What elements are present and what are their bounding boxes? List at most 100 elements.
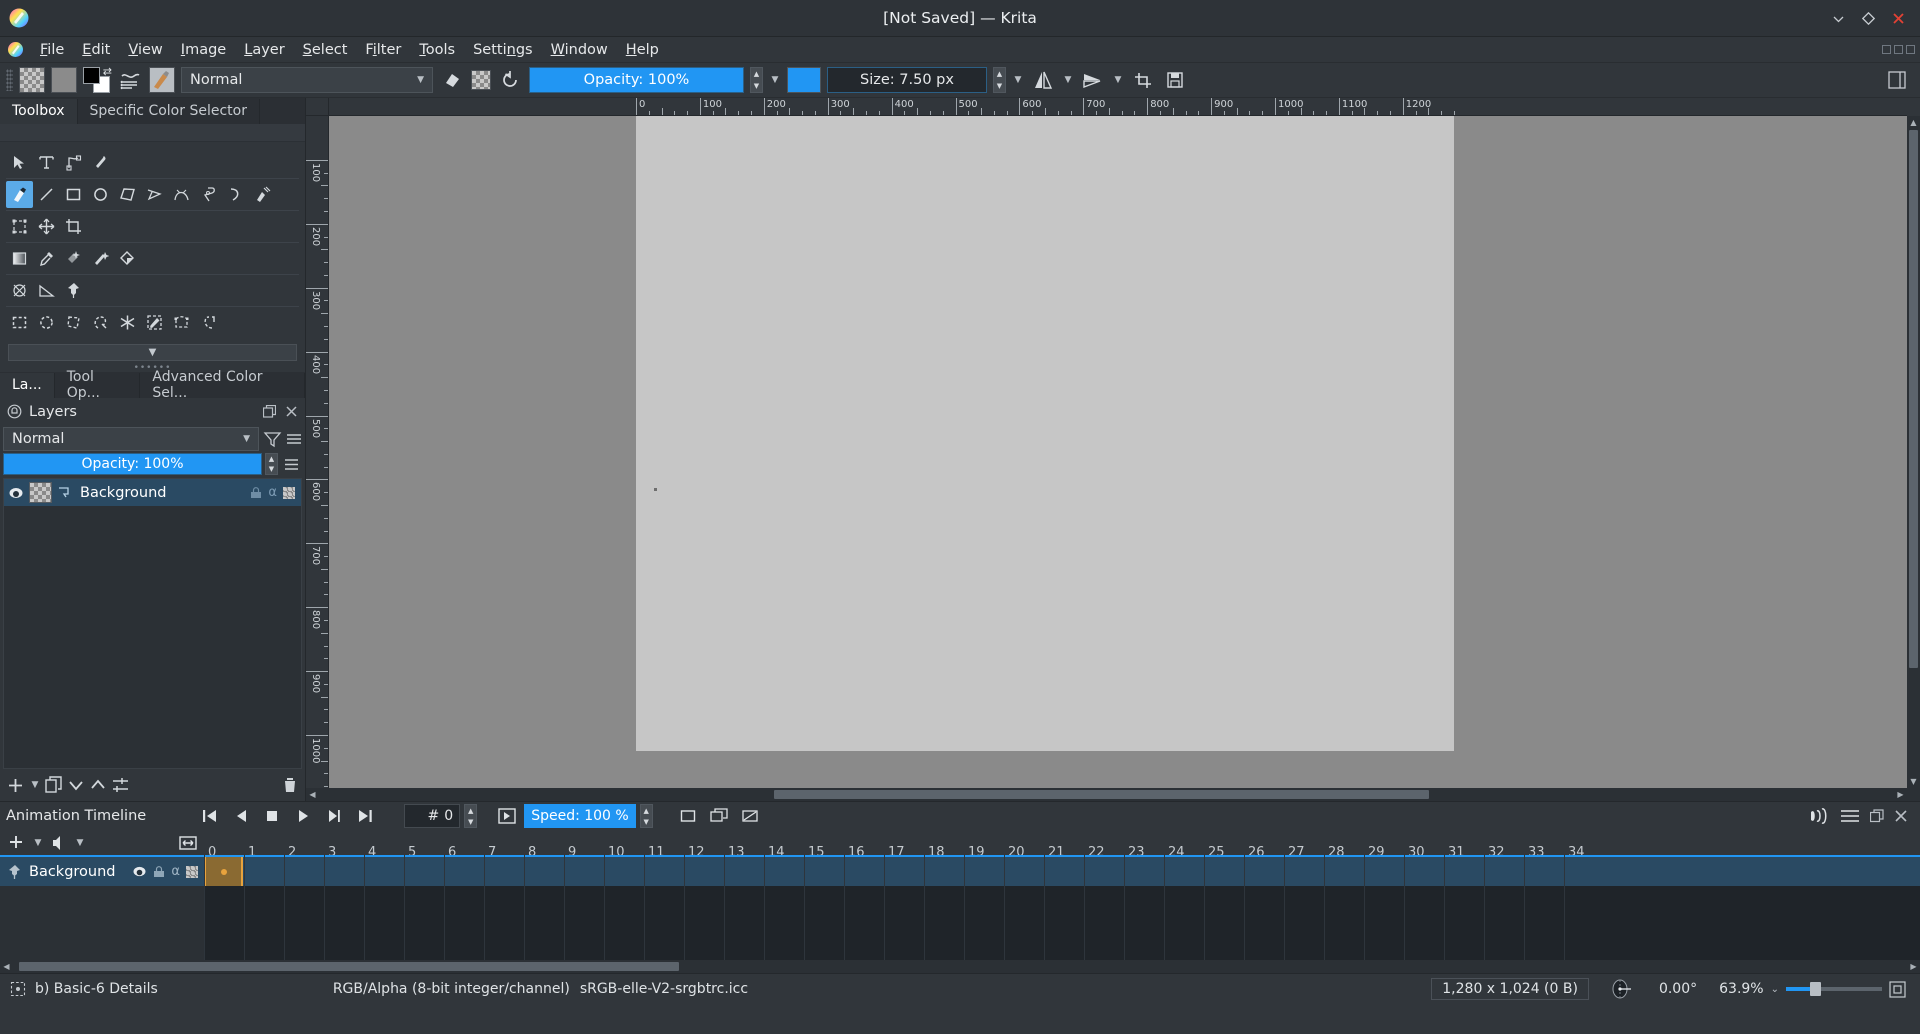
float-layers-docker-icon[interactable] [263,405,276,418]
menu-item-settings[interactable]: Settings [464,39,542,61]
bezier-curve-icon[interactable] [168,181,195,208]
audio-icon[interactable] [1808,807,1830,825]
line-icon[interactable] [33,181,60,208]
frame-spinner[interactable]: ▲▼ [464,804,477,828]
add-layer-menu-icon[interactable]: ▼ [29,780,41,790]
tab-layers[interactable]: La... [0,373,55,398]
zoom-fit-timeline-button[interactable] [178,834,198,852]
measure-icon[interactable] [33,277,60,304]
similar-color-selection-icon[interactable] [141,309,168,336]
layer-opacity-slider[interactable]: Opacity: 100% [3,453,262,475]
show-in-timeline-icon[interactable] [737,804,764,828]
track-lock-icon[interactable] [153,866,165,878]
multibrush-icon[interactable] [249,181,276,208]
filter-layers-icon[interactable] [263,430,282,449]
canvas[interactable] [329,116,1907,788]
size-spinner[interactable]: ▲▼ [993,67,1006,93]
text-icon[interactable] [33,149,60,176]
freehand-brush-icon[interactable] [6,181,33,208]
onion-skin-icon[interactable] [706,804,733,828]
menu-item-window[interactable]: Window [542,39,617,61]
skip-to-first-frame-button[interactable] [196,804,223,828]
scroll-left-icon[interactable]: ◀ [306,788,319,801]
menu-item-help[interactable]: Help [617,39,668,61]
menu-item-view[interactable]: View [119,39,171,61]
close-icon[interactable] [1890,10,1906,26]
layers-menu-icon[interactable] [286,431,302,447]
maximize-icon[interactable] [1860,10,1876,26]
save-workspace-icon[interactable] [1162,67,1188,93]
horizontal-ruler[interactable]: 0100200300400500600700800900100011001200 [329,98,1907,116]
pattern-swatch-icon[interactable] [19,67,45,93]
delete-layer-button[interactable] [281,776,299,794]
dynamic-brush-icon[interactable] [222,181,249,208]
drop-frames-icon[interactable] [493,804,520,828]
canvas-horizontal-scrollbar[interactable]: ◀ ▶ [306,788,1920,801]
timeline-scroll-right-icon[interactable]: ▶ [1907,960,1920,973]
toolbar-grip[interactable] [6,69,13,91]
layer-opacity-spinner[interactable]: ▲▼ [265,453,278,475]
keyframe-cell[interactable] [204,857,243,886]
track-visibility-icon[interactable] [132,864,147,879]
freehand-path-icon[interactable] [195,181,222,208]
assistant-editor-icon[interactable] [6,277,33,304]
next-frame-button[interactable] [320,804,347,828]
elliptical-selection-icon[interactable] [33,309,60,336]
gradient-swatch-icon[interactable] [51,67,77,93]
menu-item-image[interactable]: Image [172,39,235,61]
size-menu-icon[interactable]: ▼ [1012,75,1024,85]
restore-small-icon[interactable] [1882,45,1891,54]
play-pause-button[interactable] [289,804,316,828]
ellipse-icon[interactable] [87,181,114,208]
menu-item-edit[interactable]: Edit [73,39,119,61]
timeline-scroll-left-icon[interactable]: ◀ [0,960,13,973]
zoom-chevron-down-icon[interactable]: ⌄ [1771,984,1779,995]
reset-zoom-button[interactable] [1889,981,1906,998]
blend-mode-selector[interactable]: Normal ▼ [181,67,433,93]
smart-patch-icon[interactable] [87,245,114,272]
polygonal-selection-icon[interactable] [60,309,87,336]
float-timeline-docker-icon[interactable] [1870,809,1884,823]
calligraphy-icon[interactable] [87,149,114,176]
add-keyframe-menu-icon[interactable]: ▼ [32,838,44,848]
layer-opacity-menu-icon[interactable] [281,457,302,472]
tab-advanced-color-selector[interactable]: Advanced Color Sel... [140,373,305,398]
toolbox-collapse-button[interactable]: ▼ [8,344,297,361]
timeline-keyframe-row[interactable] [204,857,1920,886]
timeline-menu-icon[interactable] [1840,808,1860,824]
mirror-vertical-icon[interactable] [1080,67,1106,93]
canvas-page[interactable] [636,116,1454,751]
freehand-selection-icon[interactable] [87,309,114,336]
layer-alpha-lock-icon[interactable]: α [268,485,277,500]
close-timeline-docker-icon[interactable] [1894,809,1908,823]
preserve-alpha-icon[interactable] [471,70,491,90]
menu-item-layer[interactable]: Layer [235,39,293,61]
mirror-vertical-menu-icon[interactable]: ▼ [1112,75,1124,85]
brush-preset-thumb-icon[interactable] [149,67,175,93]
scroll-up-icon[interactable]: ▲ [1907,116,1920,129]
shape-select-icon[interactable] [6,149,33,176]
bezier-selection-icon[interactable] [168,309,195,336]
timeline-horizontal-scrollbar[interactable]: ◀ ▶ [0,960,1920,973]
tab-toolbox[interactable]: Toolbox [0,99,78,124]
opacity-menu-icon[interactable]: ▼ [769,75,781,85]
layer-lock-icon[interactable] [250,487,262,499]
move-icon[interactable] [33,213,60,240]
duplicate-layer-button[interactable] [45,776,63,794]
layer-list[interactable]: Background α [3,478,302,769]
canvas-vertical-scrollbar[interactable]: ▲ ▼ [1907,116,1920,788]
menu-item-tools[interactable]: Tools [410,39,464,61]
layer-onion-skin-icon[interactable] [57,486,71,500]
selection-mask-icon[interactable] [10,981,26,997]
reload-preset-icon[interactable] [497,67,523,93]
playback-speed-field[interactable]: Speed: 100 % [524,804,636,828]
scroll-right-icon[interactable]: ▶ [1894,788,1907,801]
timeline-track-background[interactable]: Background α [0,857,204,886]
tab-specific-color-selector[interactable]: Specific Color Selector [78,99,260,124]
brush-presets-icon[interactable] [117,67,143,93]
skip-to-last-frame-button[interactable] [351,804,378,828]
maximize-small-icon[interactable] [1894,45,1903,54]
audio-menu-icon[interactable]: ▼ [74,838,86,848]
layer-blend-mode-selector[interactable]: Normal ▼ [3,427,259,451]
colorize-mask-icon[interactable] [60,245,87,272]
